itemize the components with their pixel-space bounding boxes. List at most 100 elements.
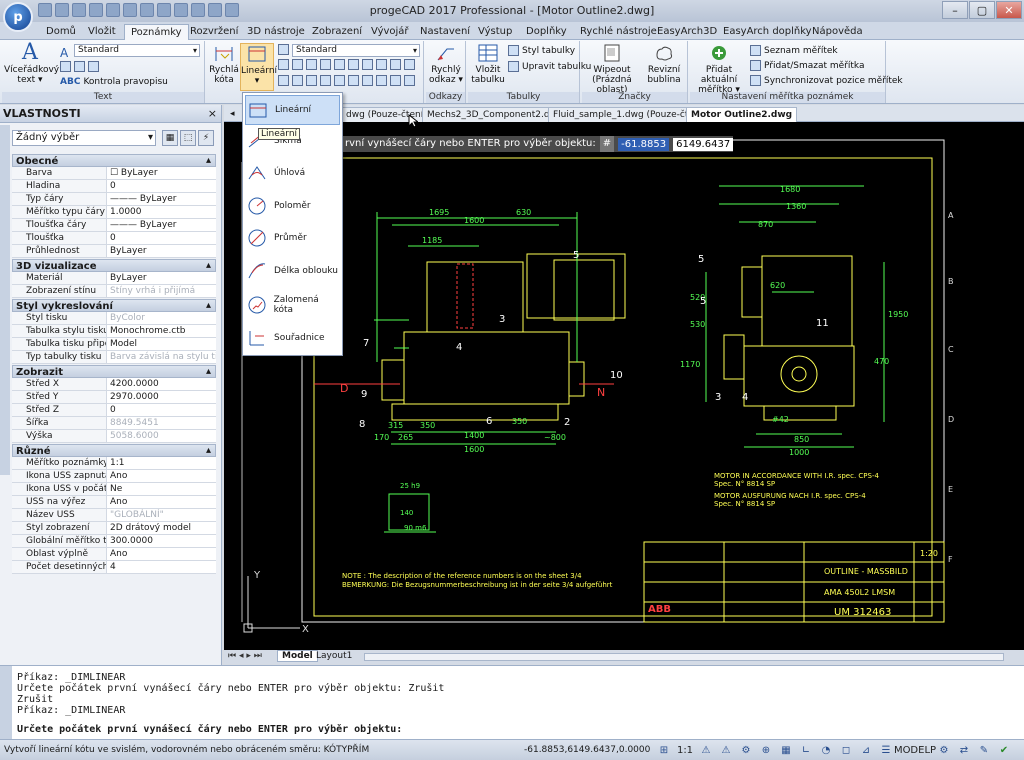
quick-leader-button[interactable]: Rychlý odkaz ▾: [428, 43, 464, 85]
property-row[interactable]: Tabulka stylu tisku Monochrome.ctb: [12, 325, 216, 338]
property-row[interactable]: Střed Y 2970.0000: [12, 391, 216, 404]
property-row[interactable]: Počet desetinných míst4: [12, 561, 216, 574]
property-row[interactable]: Typ tabulky tisku Barva závislá na stylu …: [12, 351, 216, 364]
property-row[interactable]: Tabulka tisku připojit kModel: [12, 338, 216, 351]
tab-home[interactable]: Domů: [40, 24, 82, 40]
tab-annotate[interactable]: Poznámky: [124, 24, 189, 40]
spellcheck-button[interactable]: ABC Kontrola pravopisu: [60, 77, 168, 87]
insert-table-button[interactable]: Vložit tabulku: [470, 43, 506, 85]
property-value[interactable]: ☐ ByLayer: [107, 167, 216, 179]
tab-quick-tools[interactable]: Rychlé nástroje: [574, 24, 663, 40]
dim-tool-icon[interactable]: [390, 59, 401, 70]
menu-item-jogged[interactable]: Zalomená kóta: [245, 290, 340, 320]
property-row[interactable]: Název USS "GLOBÁLNÍ": [12, 509, 216, 522]
property-row[interactable]: Barva ☐ ByLayer: [12, 167, 216, 180]
property-row[interactable]: Zobrazení stínu Stíny vrhá i přijímá: [12, 285, 216, 298]
tab-easyarch-addons[interactable]: EasyArch doplňky: [717, 24, 818, 40]
doc-tab[interactable]: Mechs2_3D_Component2.dwg: [422, 107, 568, 122]
property-value[interactable]: 2970.0000: [107, 391, 216, 403]
doc-tab-active[interactable]: Motor Outline2.dwg: [686, 107, 798, 122]
revcloud-button[interactable]: Revizní bublina: [644, 43, 684, 85]
property-section-header[interactable]: Různé: [12, 444, 216, 457]
property-value[interactable]: ByLayer: [107, 272, 216, 284]
menu-item-arc-length[interactable]: Délka oblouku: [245, 256, 340, 286]
status-toggle-icon[interactable]: ⊞: [656, 742, 672, 758]
dim-tool-icon[interactable]: [306, 59, 317, 70]
text-tool2-icon[interactable]: [74, 61, 85, 72]
property-row[interactable]: Střed X 4200.0000: [12, 378, 216, 391]
check-icon[interactable]: ✔: [996, 742, 1012, 758]
property-value[interactable]: 0: [107, 404, 216, 416]
tab-output[interactable]: Výstup: [472, 24, 518, 40]
property-value[interactable]: 4200.0000: [107, 378, 216, 390]
new-icon[interactable]: [38, 3, 52, 17]
tab-easyarch3d[interactable]: EasyArch3D: [651, 24, 723, 40]
property-row[interactable]: Měřítko typu čáry 1.0000: [12, 206, 216, 219]
preview-icon[interactable]: [174, 3, 188, 17]
property-value[interactable]: Ano: [107, 470, 216, 482]
tab-help[interactable]: Nápověda: [806, 24, 869, 40]
properties-close-button[interactable]: ×: [208, 105, 217, 123]
property-value[interactable]: Stíny vrhá i přijímá: [107, 285, 216, 297]
menu-item-radius[interactable]: Poloměr: [245, 191, 340, 221]
tab-settings[interactable]: Nastavení: [414, 24, 476, 40]
text-tool3-icon[interactable]: [88, 61, 99, 72]
tools-icon[interactable]: ✎: [976, 742, 992, 758]
open-icon[interactable]: [55, 3, 69, 17]
print-icon[interactable]: [157, 3, 171, 17]
property-row[interactable]: Typ čáry ——— ByLayer: [12, 193, 216, 206]
property-value[interactable]: Monochrome.ctb: [107, 325, 216, 337]
wipeout-button[interactable]: Wipeout (Prázdná oblast): [584, 43, 640, 95]
property-value[interactable]: 1.0000: [107, 206, 216, 218]
dim-tool-icon[interactable]: [390, 75, 401, 86]
menu-item-diameter[interactable]: Průměr: [245, 223, 340, 253]
text-tool1-icon[interactable]: [60, 61, 71, 72]
dim-tool-icon[interactable]: [376, 59, 387, 70]
property-value[interactable]: Barva závislá na stylu tis...: [107, 351, 216, 363]
property-section-header[interactable]: 3D vizualizace: [12, 259, 216, 272]
dim-tool-icon[interactable]: [348, 59, 359, 70]
snap-icon[interactable]: ⊕: [758, 742, 774, 758]
tab-scroll-left-icon[interactable]: ◂: [226, 107, 239, 122]
tab-3d-tools[interactable]: 3D nástroje: [241, 24, 311, 40]
add-current-scale-button[interactable]: Přidat aktuální měřítko ▾: [692, 43, 746, 95]
copy-icon[interactable]: [123, 3, 137, 17]
property-value[interactable]: 5058.6000: [107, 430, 216, 442]
property-value[interactable]: ——— ByLayer: [107, 193, 216, 205]
select-objects-icon[interactable]: ⬚: [180, 130, 196, 146]
dim-tool-icon[interactable]: [362, 59, 373, 70]
tab-view[interactable]: Zobrazení: [306, 24, 368, 40]
lineweight-icon[interactable]: ☰: [878, 742, 894, 758]
property-row[interactable]: Tloušťka čáry ——— ByLayer: [12, 219, 216, 232]
menu-item-angular[interactable]: Úhlová: [245, 158, 340, 188]
quick-dim-button[interactable]: Rychlá kóta: [208, 43, 240, 85]
dim-tool-icon[interactable]: [376, 75, 387, 86]
dim-tool-icon[interactable]: [348, 75, 359, 86]
polar-icon[interactable]: ◔: [818, 742, 834, 758]
redo-icon[interactable]: [208, 3, 222, 17]
grid-icon[interactable]: ▦: [778, 742, 794, 758]
selection-combo[interactable]: Žádný výběr: [12, 130, 156, 146]
tab-layout[interactable]: Rozvržení: [184, 24, 244, 40]
dim-tool-icon[interactable]: [320, 75, 331, 86]
property-row[interactable]: Tloušťka 0: [12, 232, 216, 245]
undo-icon[interactable]: [191, 3, 205, 17]
table-style-button[interactable]: Styl tabulky: [508, 45, 575, 56]
property-row[interactable]: Globální měřítko typu č...300.0000: [12, 535, 216, 548]
horizontal-scrollbar[interactable]: [364, 653, 1004, 661]
saveas-icon[interactable]: [89, 3, 103, 17]
property-row[interactable]: Průhlednost ByLayer: [12, 245, 216, 258]
tab-developer[interactable]: Vývojář: [365, 24, 415, 40]
add-remove-scales-button[interactable]: Přidat/Smazat měřítka: [750, 60, 865, 71]
command-input[interactable]: Určete počátek první vynášecí čáry nebo …: [17, 724, 402, 735]
dim-tool-icon[interactable]: [404, 59, 415, 70]
property-value[interactable]: Model: [107, 338, 216, 350]
lock-icon[interactable]: #: [599, 136, 615, 152]
property-value[interactable]: 2D drátový model: [107, 522, 216, 534]
model-space-label[interactable]: MODELP: [894, 742, 936, 758]
dim-tool-icon[interactable]: [334, 59, 345, 70]
layout-nav-icon[interactable]: ⏮ ◂ ▸ ⏭: [228, 651, 262, 661]
dim-tool-icon[interactable]: [404, 75, 415, 86]
menu-item-linear[interactable]: Lineární: [245, 95, 340, 125]
minimize-button[interactable]: –: [942, 1, 968, 19]
